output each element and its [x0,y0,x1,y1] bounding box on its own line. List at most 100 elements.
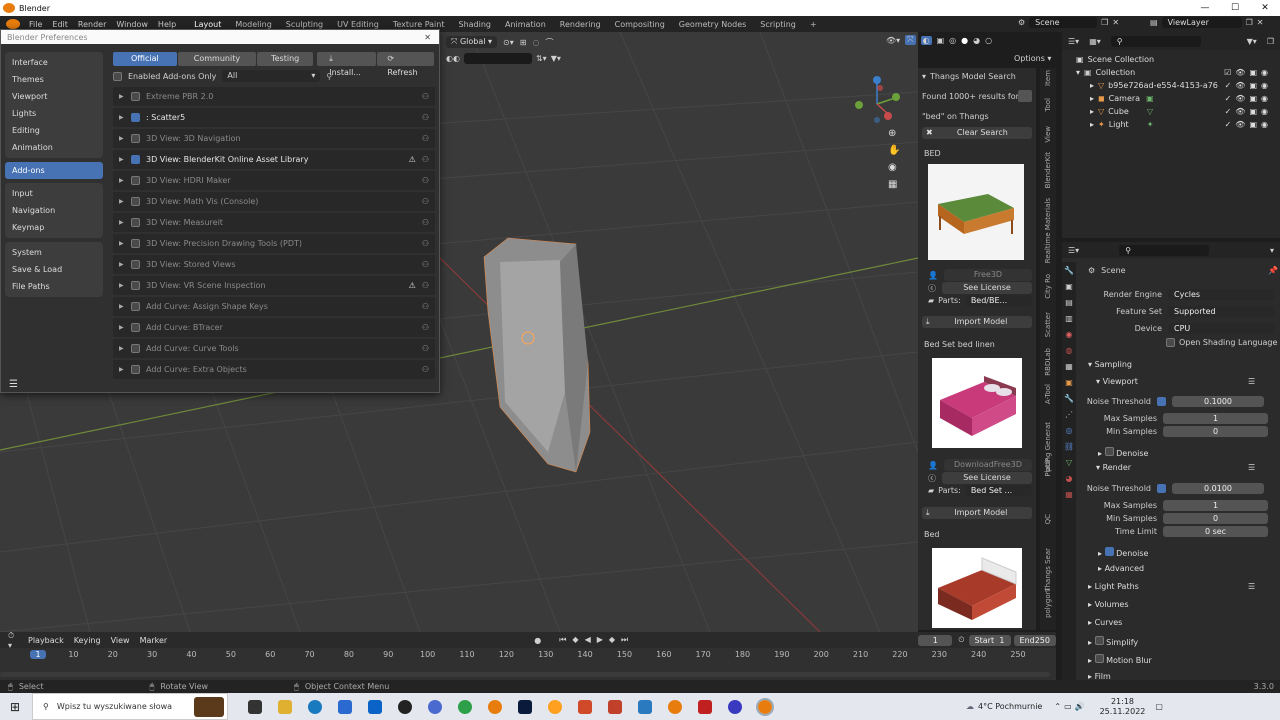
sidebar-tab[interactable]: polygoni [1044,588,1052,618]
playback-menu[interactable]: Playback [23,635,69,646]
next-key-icon[interactable]: ◆ [609,635,615,645]
edge-icon[interactable] [308,699,322,714]
addon-row[interactable]: ▶ 3D View: Precision Drawing Tools (PDT) ⚇ [113,234,435,253]
sidebar-tab[interactable]: BlenderKit [1044,152,1052,188]
data-tab-icon[interactable]: ▽ [1066,458,1072,467]
collection-tab-icon[interactable]: ▦ [1065,362,1073,371]
addon-enable-checkbox[interactable] [131,176,140,185]
source-button-2[interactable]: DownloadFree3D [943,459,1032,471]
time-limit-field[interactable]: 0 sec [1163,526,1268,537]
pan-hand-icon[interactable]: ✋ [888,145,900,156]
keying-menu[interactable]: Keying [69,635,106,646]
timeline-scrollbar[interactable] [0,672,1050,677]
scene-tab-icon[interactable]: ◉ [1066,330,1073,339]
expand-icon[interactable]: ▶ [119,93,131,100]
close-button[interactable]: ✕ [1250,3,1280,13]
view-layer-tab-icon[interactable]: ▥ [1065,314,1073,323]
addon-enable-checkbox[interactable] [131,155,140,164]
options-dropdown[interactable]: Options ▾ [1014,54,1051,63]
chrome-icon[interactable] [458,699,472,714]
motion-blur-checkbox[interactable] [1094,654,1104,663]
outliner-filter-icon[interactable]: ▼▾ [1247,37,1257,46]
blender-icon[interactable] [488,699,502,714]
outliner-search-input[interactable]: ⚲ [1110,35,1201,47]
collapse-icon[interactable]: ▾ [922,72,926,81]
modifier-tab-icon[interactable]: 🔧 [1064,394,1074,403]
snap-icon[interactable]: ⊞ [520,38,527,47]
tab-scripting[interactable]: Scripting [753,20,803,29]
view-layer-field[interactable]: ViewLayer [1161,17,1242,28]
playhead[interactable]: 1 [30,650,46,659]
scene-field[interactable]: Scene [1029,17,1098,28]
addon-row[interactable]: ▶ 3D View: HDRI Maker ⚇ [113,171,435,190]
tab-rendering[interactable]: Rendering [553,20,608,29]
visibility-toggles[interactable]: ✓👁▣◉ [1225,120,1272,129]
outliner-row-light[interactable]: ▸ ✦ Light ✦ ✓👁▣◉ [1062,118,1280,131]
sidebar-tab[interactable]: Item [1044,70,1052,86]
particles-tab-icon[interactable]: ⋰ [1065,410,1073,419]
sidebar-tab[interactable]: RBDLab [1044,348,1052,376]
tab-compositing[interactable]: Compositing [608,20,672,29]
obs-icon[interactable] [398,699,412,714]
grid-view-icon[interactable]: ▦ [888,179,900,190]
expand-icon[interactable]: ▶ [119,114,131,121]
vpn-icon[interactable] [728,699,742,714]
sidebar-tab[interactable]: Thangs Sear [1044,548,1052,592]
addon-enable-checkbox[interactable] [131,92,140,101]
addon-enable-checkbox[interactable] [131,302,140,311]
expand-icon[interactable]: ▾ [1076,68,1080,77]
sidebar-item-file-paths[interactable]: File Paths [5,278,103,295]
visibility-toggles[interactable]: ☑👁▣◉ [1224,68,1272,77]
expand-icon[interactable]: ▶ [119,135,131,142]
windows-start-icon[interactable]: ⊞ [10,700,20,714]
sidebar-tab[interactable]: View [1044,126,1052,143]
sidebar-item-addons[interactable]: Add-ons [5,162,103,179]
addon-enable-checkbox[interactable] [131,134,140,143]
tab-sculpting[interactable]: Sculpting [279,20,330,29]
delete-view-layer-icon[interactable]: ✕ [1257,18,1264,27]
orientation-dropdown[interactable]: ⤧ Global ▾ [446,36,498,48]
sidebar-tab[interactable]: City Ro [1044,274,1052,299]
end-frame-field[interactable]: End 250 [1013,634,1056,646]
render-subpanel-header[interactable]: ▾ Render [1096,463,1131,472]
outliner-row-camera[interactable]: ▸ ◼ Camera ▣ ✓👁▣◉ [1062,92,1280,105]
app2-icon[interactable] [608,699,622,714]
file-explorer-icon[interactable] [278,699,292,714]
license-button-1[interactable]: See License [942,282,1032,294]
visibility-toggles[interactable]: ✓👁▣◉ [1225,107,1272,116]
menu-file[interactable]: File [29,20,42,29]
minimize-button[interactable]: — [1190,3,1220,13]
expand-icon[interactable]: ▶ [119,240,131,247]
tab-texture-paint[interactable]: Texture Paint [386,20,452,29]
sidebar-item-editing[interactable]: Editing [5,122,103,139]
notifications-icon[interactable]: ▢ [1155,702,1163,711]
proportional-edit-icon[interactable]: ◌ [532,38,539,47]
install-button[interactable]: ⤓ Install... [317,52,377,77]
visibility-toggles[interactable]: ✓👁▣◉ [1225,94,1272,103]
sidebar-item-animation[interactable]: Animation [5,139,103,156]
expand-icon[interactable]: ▶ [119,303,131,310]
clock[interactable]: 21:18 25.11.2022 [1100,697,1146,717]
sidebar-item-keymap[interactable]: Keymap [5,219,103,236]
viewport-subpanel-header[interactable]: ▾ Viewport [1096,377,1138,386]
addon-row[interactable]: ▶: Scatter5 ⚇ [113,108,435,127]
preferences-close-icon[interactable]: ✕ [424,33,431,42]
office-icon[interactable] [578,699,592,714]
addon-enable-checkbox[interactable] [131,239,140,248]
sidebar-tab[interactable]: QC [1044,514,1052,524]
vp-max-field[interactable]: 1 [1163,413,1268,424]
sidebar-item-viewport[interactable]: Viewport [5,88,103,105]
expand-icon[interactable]: ▶ [119,198,131,205]
constraints-tab-icon[interactable]: ⛓ [1064,442,1074,451]
jump-start-icon[interactable]: ⏮ [559,635,566,645]
addon-row[interactable]: ▶ Add Curve: Curve Tools ⚇ [113,339,435,358]
sidebar-item-interface[interactable]: Interface [5,54,103,71]
jump-end-icon[interactable]: ⏭ [621,635,628,645]
vp-noise-checkbox[interactable] [1157,397,1166,406]
addon-enable-checkbox[interactable] [131,281,140,290]
object-tab-icon[interactable]: ▣ [1065,378,1073,387]
solid-shading-icon[interactable]: ● [961,36,968,45]
sidebar-item-themes[interactable]: Themes [5,71,103,88]
menu-window[interactable]: Window [116,20,148,29]
search-icon[interactable]: ⚲ [326,72,332,81]
